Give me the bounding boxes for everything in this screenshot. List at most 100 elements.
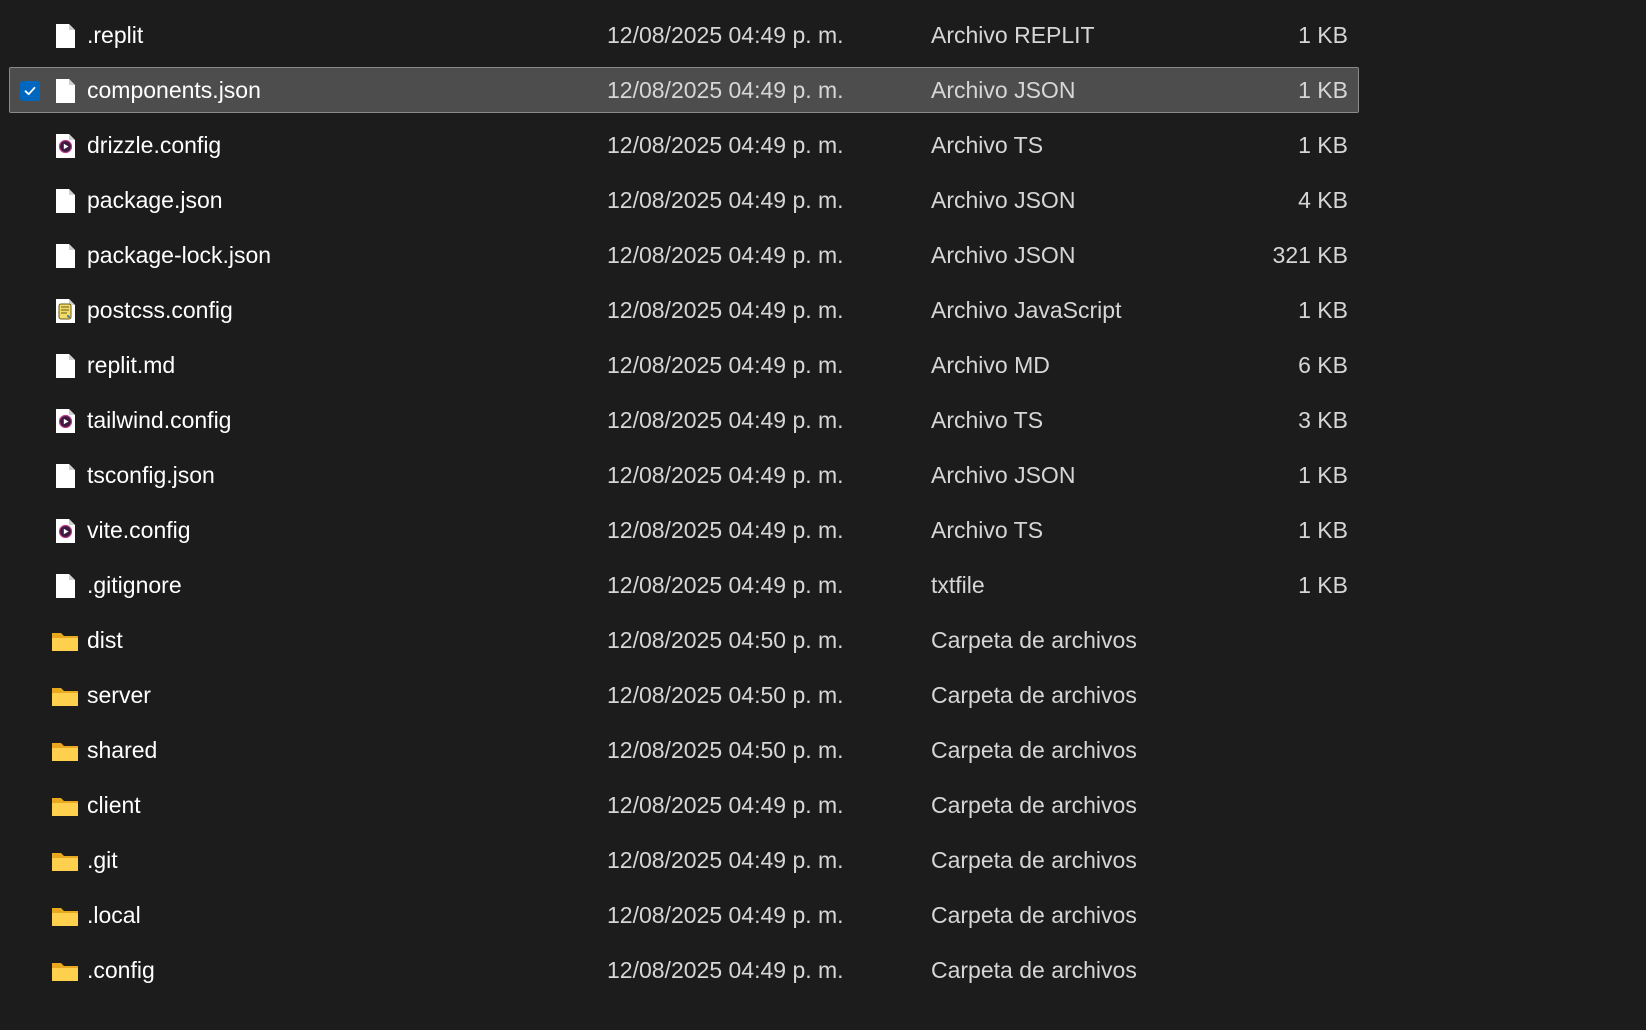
file-date-modified: 12/08/2025 04:49 p. m. (607, 957, 844, 983)
generic-file-icon (50, 461, 80, 491)
folder-icon (50, 791, 80, 821)
file-name: components.json (87, 77, 261, 103)
file-date-modified: 12/08/2025 04:49 p. m. (607, 22, 844, 48)
file-type: Archivo JavaScript (931, 297, 1122, 323)
file-name: tailwind.config (87, 407, 232, 433)
file-type: Archivo TS (931, 132, 1044, 158)
generic-file-icon (50, 241, 80, 271)
file-row[interactable]: package-lock.json 12/08/2025 04:49 p. m. A… (9, 232, 1359, 278)
generic-file-icon (50, 571, 80, 601)
file-row[interactable]: .gitignore 12/08/2025 04:49 p. m. txtfile 1… (9, 562, 1359, 608)
folder-icon (50, 681, 80, 711)
file-size: 321 KB (1272, 242, 1348, 268)
file-name: vite.config (87, 517, 191, 543)
file-name: .replit (87, 22, 144, 48)
row-checkbox[interactable] (20, 81, 40, 101)
generic-file-icon (50, 351, 80, 381)
file-size: 1 KB (1298, 297, 1348, 323)
file-row[interactable]: replit.md 12/08/2025 04:49 p. m. Archivo M… (9, 342, 1359, 388)
folder-icon (50, 901, 80, 931)
generic-file-icon (50, 186, 80, 216)
file-date-modified: 12/08/2025 04:49 p. m. (607, 572, 844, 598)
file-row[interactable]: .replit 12/08/2025 04:49 p. m. Archivo REP… (9, 12, 1359, 58)
file-type: Archivo JSON (931, 187, 1076, 213)
file-row[interactable]: package.json 12/08/2025 04:49 p. m. Archiv… (9, 177, 1359, 223)
checkmark-icon (24, 86, 36, 96)
file-type: Carpeta de archivos (931, 957, 1137, 983)
media-file-icon (50, 516, 80, 546)
generic-file-icon (50, 21, 80, 51)
file-name: .local (87, 902, 141, 928)
file-type: Archivo JSON (931, 242, 1076, 268)
file-row[interactable]: client 12/08/2025 04:49 p. m. Carpeta de a… (9, 782, 1359, 828)
file-row[interactable]: components.json 12/08/2025 04:49 p. m. Arc… (9, 67, 1359, 113)
file-name: drizzle.config (87, 132, 222, 158)
file-row[interactable]: tsconfig.json 12/08/2025 04:49 p. m. Archi… (9, 452, 1359, 498)
file-size: 3 KB (1298, 407, 1348, 433)
file-type: Archivo REPLIT (931, 22, 1095, 48)
file-date-modified: 12/08/2025 04:49 p. m. (607, 517, 844, 543)
file-type: Carpeta de archivos (931, 627, 1137, 653)
file-row[interactable]: .local 12/08/2025 04:49 p. m. Carpeta de a… (9, 892, 1359, 938)
file-row[interactable]: drizzle.config 12/08/2025 04:49 p. m. Arch… (9, 122, 1359, 168)
file-type: Carpeta de archivos (931, 737, 1137, 763)
file-row[interactable]: tailwind.config 12/08/2025 04:49 p. m. Arc… (9, 397, 1359, 443)
file-date-modified: 12/08/2025 04:49 p. m. (607, 132, 844, 158)
folder-icon (50, 956, 80, 986)
file-date-modified: 12/08/2025 04:49 p. m. (607, 792, 844, 818)
file-row[interactable]: dist 12/08/2025 04:50 p. m. Carpeta de arc… (9, 617, 1359, 663)
file-name: package.json (87, 187, 223, 213)
file-type: Archivo TS (931, 517, 1044, 543)
folder-icon (50, 846, 80, 876)
file-type: Archivo TS (931, 407, 1044, 433)
file-row[interactable]: vite.config 12/08/2025 04:49 p. m. Archivo… (9, 507, 1359, 553)
file-date-modified: 12/08/2025 04:49 p. m. (607, 847, 844, 873)
file-date-modified: 12/08/2025 04:49 p. m. (607, 407, 844, 433)
file-name: client (87, 792, 141, 818)
file-type: Archivo MD (931, 352, 1050, 378)
file-row[interactable]: postcss.config 12/08/2025 04:49 p. m. Arch… (9, 287, 1359, 333)
file-size: 6 KB (1298, 352, 1348, 378)
file-name: dist (87, 627, 123, 653)
file-type: Archivo JSON (931, 462, 1076, 488)
file-size: 1 KB (1298, 462, 1348, 488)
file-type: Carpeta de archivos (931, 792, 1137, 818)
file-name: server (87, 682, 151, 708)
file-list: .replit 12/08/2025 04:49 p. m. Archivo REP… (0, 0, 1646, 1030)
file-date-modified: 12/08/2025 04:49 p. m. (607, 462, 844, 488)
file-name: .config (87, 957, 155, 983)
file-type: Carpeta de archivos (931, 847, 1137, 873)
file-date-modified: 12/08/2025 04:49 p. m. (607, 352, 844, 378)
script-file-icon (50, 296, 80, 326)
file-date-modified: 12/08/2025 04:49 p. m. (607, 187, 844, 213)
file-date-modified: 12/08/2025 04:49 p. m. (607, 902, 844, 928)
file-name: .git (87, 847, 118, 873)
file-date-modified: 12/08/2025 04:49 p. m. (607, 242, 844, 268)
file-date-modified: 12/08/2025 04:49 p. m. (607, 77, 844, 103)
file-row[interactable]: .git 12/08/2025 04:49 p. m. Carpeta de arc… (9, 837, 1359, 883)
file-name: .gitignore (87, 572, 182, 598)
file-size: 1 KB (1298, 77, 1348, 103)
file-type: txtfile (931, 572, 985, 598)
file-name: replit.md (87, 352, 176, 378)
file-date-modified: 12/08/2025 04:50 p. m. (607, 627, 844, 653)
file-type: Carpeta de archivos (931, 902, 1137, 928)
file-date-modified: 12/08/2025 04:49 p. m. (607, 297, 844, 323)
file-size: 4 KB (1298, 187, 1348, 213)
file-row[interactable]: server 12/08/2025 04:50 p. m. Carpeta de a… (9, 672, 1359, 718)
file-name: tsconfig.json (87, 462, 215, 488)
file-row[interactable]: shared 12/08/2025 04:50 p. m. Carpeta de a… (9, 727, 1359, 773)
media-file-icon (50, 131, 80, 161)
file-name: shared (87, 737, 158, 763)
folder-icon (50, 736, 80, 766)
file-date-modified: 12/08/2025 04:50 p. m. (607, 737, 844, 763)
file-name: postcss.config (87, 297, 233, 323)
file-type: Carpeta de archivos (931, 682, 1137, 708)
file-row[interactable]: .config 12/08/2025 04:49 p. m. Carpeta de … (9, 947, 1359, 993)
file-size: 1 KB (1298, 22, 1348, 48)
file-size: 1 KB (1298, 572, 1348, 598)
file-size: 1 KB (1298, 517, 1348, 543)
file-size: 1 KB (1298, 132, 1348, 158)
media-file-icon (50, 406, 80, 436)
generic-file-icon (50, 76, 80, 106)
